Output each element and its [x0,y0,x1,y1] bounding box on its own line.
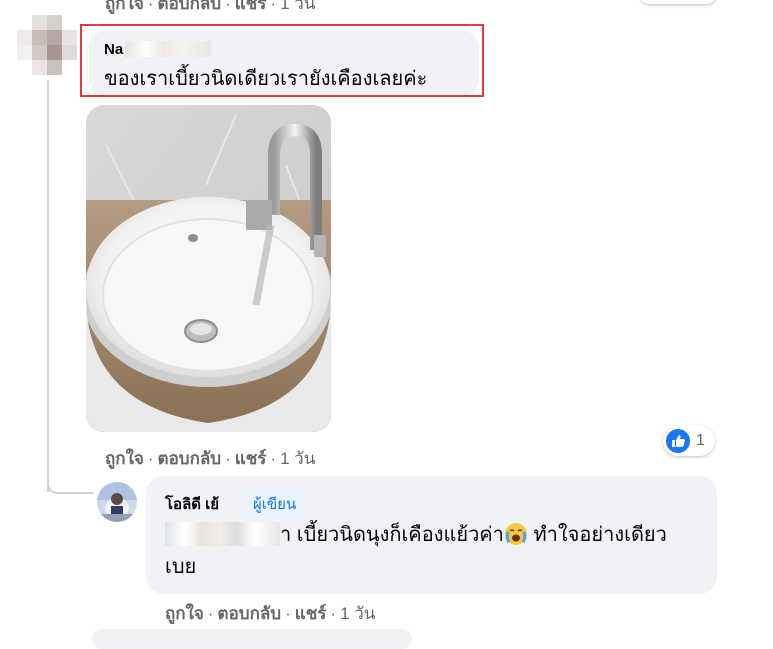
highlight-box [80,24,484,97]
separator-dot: · [285,604,291,623]
separator-dot: · [225,0,231,13]
thread-line [47,80,49,492]
comment-photo[interactable] [86,105,331,432]
like-reaction-icon [666,429,690,453]
comment-actions: ถูกใจ · ตอบกลับ · แชร์ · 1 วัน [105,445,315,472]
separator-dot: · [147,449,154,468]
like-link[interactable]: ถูกใจ [165,604,204,623]
separator-dot: · [270,0,277,13]
reply-link[interactable]: ตอบกลับ [158,0,222,13]
separator-dot: · [225,449,231,468]
share-link[interactable]: แชร์ [235,0,267,13]
timestamp[interactable]: 1 วัน [280,449,315,468]
redacted-text [165,522,280,546]
reply-link[interactable]: ตอบกลับ [218,604,282,623]
separator-dot: · [147,0,154,13]
avatar[interactable] [17,15,77,75]
reaction-count: 1 [696,432,705,449]
reaction-pill-partial [640,0,716,4]
timestamp[interactable]: 1 วัน [340,604,375,623]
next-comment-bubble-partial [92,629,412,649]
reply-text: า เบี้ยวนิดนุงก็เคืองแย้วค่า ทำใจอย่างเด… [165,520,667,551]
share-link[interactable]: แชร์ [235,449,267,468]
like-link[interactable]: ถูกใจ [105,0,144,13]
share-link[interactable]: แชร์ [295,604,327,623]
crying-face-emoji-icon [504,522,528,546]
separator-dot: · [207,604,214,623]
separator-dot: · [330,604,337,623]
reply-text-line2: เบย [165,556,197,578]
reply-actions: ถูกใจ · ตอบกลับ · แชร์ · 1 วัน [165,600,375,627]
reply-author[interactable]: โอลิดี เย้ [165,492,219,516]
top-comment-actions: ถูกใจ · ตอบกลับ · แชร์ · 1 วัน [105,0,315,17]
reply-link[interactable]: ตอบกลับ [158,449,222,468]
thread-line-branch [47,478,93,494]
avatar[interactable] [97,482,137,522]
author-badge[interactable]: ผู้เขียน [247,489,303,519]
timestamp[interactable]: 1 วัน [280,0,315,13]
like-link[interactable]: ถูกใจ [105,449,144,468]
separator-dot: · [270,449,277,468]
reaction-count-pill[interactable]: 1 [663,426,715,456]
